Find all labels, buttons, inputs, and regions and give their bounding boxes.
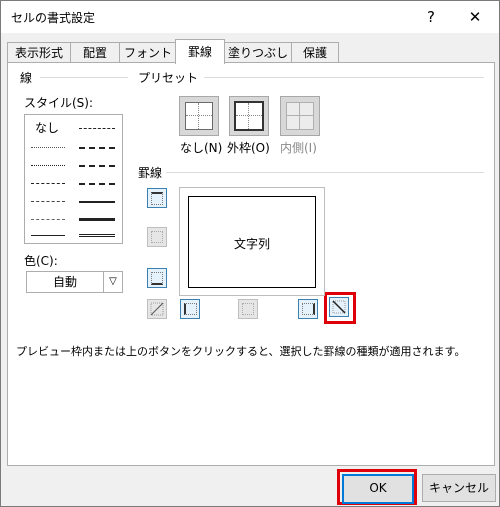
preview-cell[interactable]: 文字列 [188, 196, 316, 288]
diagonal-up-icon [150, 302, 164, 316]
line-group-title: 線 [20, 71, 33, 85]
border-top-icon [151, 192, 163, 205]
line-style-dash-dot-dot[interactable] [79, 128, 115, 129]
border-diagonal-down-button[interactable] [329, 297, 349, 317]
color-label: 色(C): [24, 254, 58, 268]
line-style-slant-dash-dot[interactable] [79, 147, 115, 149]
line-style-dash-dot-dot-thin[interactable] [31, 183, 65, 184]
color-select[interactable]: 自動 ▽ [26, 271, 123, 293]
line-style-thin[interactable] [31, 235, 65, 236]
preset-inside-button[interactable] [280, 96, 320, 136]
preset-inside-icon [286, 102, 314, 130]
group-divider [166, 172, 484, 173]
border-group-title: 罫線 [138, 166, 163, 180]
line-style-dotted[interactable] [31, 165, 65, 166]
border-bottom-button[interactable] [147, 268, 167, 288]
preset-none-button[interactable] [179, 96, 219, 136]
line-style-list[interactable]: なし [24, 114, 123, 244]
line-style-dash-dot-thin[interactable] [31, 201, 65, 202]
border-inside-horizontal-icon [151, 231, 163, 243]
group-divider [204, 77, 484, 78]
diagonal-down-icon [332, 300, 346, 314]
group-divider [40, 77, 128, 78]
line-style-dashed-thin[interactable] [31, 219, 65, 220]
line-style-double[interactable] [79, 234, 115, 237]
preset-none-icon [185, 102, 213, 130]
line-style-medium[interactable] [79, 201, 115, 203]
line-style-none[interactable]: なし [35, 119, 59, 136]
border-preview[interactable]: 文字列 [179, 187, 325, 296]
line-style-thick[interactable] [79, 218, 115, 221]
border-right-icon [302, 303, 315, 315]
border-left-icon [184, 303, 197, 315]
tab-number-format[interactable]: 表示形式 [7, 42, 71, 63]
close-button[interactable]: ✕ [453, 1, 497, 33]
help-button[interactable]: ? [409, 1, 453, 33]
preset-group-title: プリセット [138, 71, 199, 85]
border-tab-panel: 線 スタイル(S): なし 色(C): 自動 ▽ プリセット なし(N) 外枠(… [7, 62, 495, 466]
tab-fill[interactable]: 塗りつぶし [224, 42, 292, 63]
border-inside-horizontal-button[interactable] [147, 227, 167, 247]
preset-outline-icon [234, 101, 264, 131]
format-cells-dialog: セルの書式設定 ? ✕ 表示形式 配置 フォント 罫線 塗りつぶし 保護 線 ス… [0, 0, 500, 507]
border-left-button[interactable] [180, 299, 200, 319]
hint-text: プレビュー枠内または上のボタンをクリックすると、選択した罫線の種類が適用されます… [16, 345, 466, 358]
border-right-button[interactable] [298, 299, 318, 319]
cancel-button[interactable]: キャンセル [422, 474, 496, 502]
tab-font[interactable]: フォント [119, 42, 177, 63]
tab-border[interactable]: 罫線 [175, 39, 225, 64]
line-style-hair[interactable] [31, 147, 65, 148]
ok-button[interactable]: OK [342, 474, 414, 504]
preset-outline-label: 外枠(O) [227, 141, 270, 155]
preset-outline-button[interactable] [229, 96, 269, 136]
color-select-value: 自動 [52, 275, 77, 289]
border-top-button[interactable] [147, 188, 167, 208]
border-inside-vertical-icon [242, 303, 254, 315]
border-inside-vertical-button[interactable] [238, 299, 258, 319]
style-label: スタイル(S): [24, 96, 94, 110]
border-bottom-icon [151, 272, 163, 285]
border-diagonal-up-button[interactable] [147, 299, 167, 319]
tab-protection[interactable]: 保護 [291, 42, 339, 63]
tab-alignment[interactable]: 配置 [70, 42, 120, 63]
preset-inside-label: 内側(I) [280, 141, 317, 155]
line-style-medium-dashed[interactable] [79, 183, 115, 185]
preview-text: 文字列 [233, 237, 270, 251]
title-bar: セルの書式設定 ? ✕ [1, 1, 499, 33]
chevron-down-icon[interactable]: ▽ [103, 272, 122, 292]
window-title: セルの書式設定 [11, 11, 96, 25]
line-style-medium-dash-dot[interactable] [79, 165, 115, 167]
preset-none-label: なし(N) [180, 141, 223, 155]
